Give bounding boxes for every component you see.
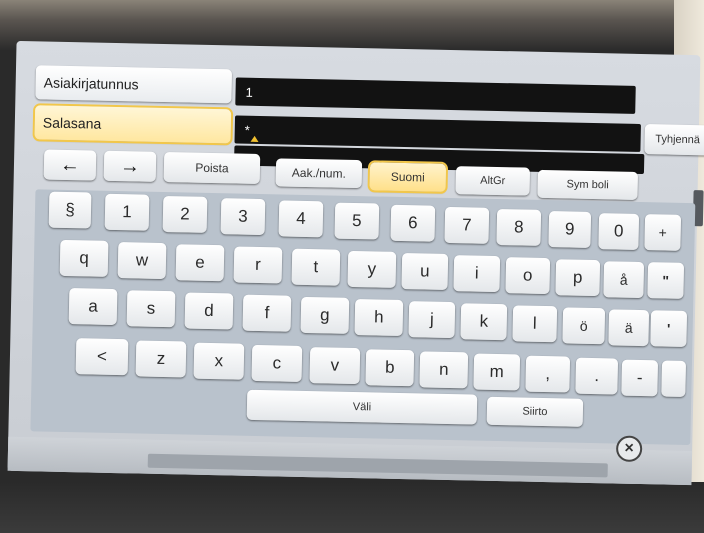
key[interactable]: r — [233, 246, 283, 284]
key[interactable]: 7 — [444, 206, 490, 244]
cursor-left-button[interactable]: ← — [43, 149, 97, 181]
key[interactable]: p — [555, 259, 601, 297]
key[interactable]: i — [453, 255, 501, 293]
key[interactable]: n — [419, 351, 469, 389]
key[interactable]: 0 — [598, 213, 640, 250]
key[interactable]: , — [525, 355, 571, 393]
key[interactable]: " — [647, 262, 685, 299]
key[interactable]: b — [365, 349, 415, 387]
key[interactable]: y — [347, 250, 397, 288]
key[interactable]: 9 — [548, 211, 592, 248]
key[interactable]: u — [401, 253, 449, 290]
language-finnish-button[interactable]: Suomi — [369, 162, 447, 192]
key[interactable]: ' — [650, 310, 688, 347]
document-id-field-label[interactable]: Asiakirjatunnus — [35, 65, 233, 104]
key[interactable]: l — [512, 305, 558, 343]
key[interactable]: o — [505, 257, 551, 295]
delete-button[interactable]: Poista — [163, 152, 261, 185]
key[interactable]: 4 — [278, 200, 324, 238]
key[interactable]: k — [460, 303, 508, 341]
key[interactable]: d — [184, 292, 234, 330]
altgr-button[interactable]: AltGr — [455, 166, 531, 196]
key[interactable]: + — [644, 214, 682, 251]
key[interactable]: q — [59, 239, 109, 277]
clear-button[interactable]: Tyhjennä — [644, 124, 704, 156]
key[interactable]: s — [126, 290, 176, 328]
bottom-bar — [7, 436, 693, 486]
cursor-right-button[interactable]: → — [103, 150, 157, 182]
key[interactable]: c — [251, 344, 303, 382]
bottom-strip — [147, 453, 608, 478]
key[interactable]: 1 — [104, 193, 150, 231]
key[interactable] — [661, 360, 687, 397]
cursor-caret-icon — [250, 135, 259, 142]
key[interactable]: 5 — [334, 202, 380, 240]
key[interactable]: j — [408, 301, 456, 339]
key[interactable]: h — [354, 299, 404, 337]
key[interactable]: 6 — [390, 204, 436, 242]
key[interactable]: z — [135, 340, 187, 378]
alphanumeric-mode-button[interactable]: Aak./num. — [275, 158, 363, 189]
key[interactable]: w — [117, 242, 167, 280]
key[interactable]: x — [193, 342, 245, 380]
key[interactable]: m — [473, 353, 521, 391]
key[interactable]: f — [242, 294, 292, 332]
key[interactable]: å — [603, 261, 645, 299]
password-field-label[interactable]: Salasana — [34, 105, 232, 144]
key[interactable]: ä — [608, 309, 650, 347]
key[interactable]: a — [68, 288, 118, 326]
key[interactable]: e — [175, 244, 225, 282]
key[interactable]: v — [309, 347, 361, 385]
key[interactable]: ö — [562, 307, 606, 345]
password-mask: * — [244, 122, 250, 138]
key[interactable]: § — [48, 191, 92, 229]
shift-key[interactable]: Siirto — [486, 396, 584, 427]
key[interactable]: g — [300, 296, 350, 334]
document-id-input[interactable]: 1 — [235, 77, 636, 114]
key[interactable]: 2 — [162, 195, 208, 233]
symbols-button[interactable]: Sym boli — [537, 169, 638, 200]
key[interactable]: t — [291, 248, 341, 286]
touch-screen: Asiakirjatunnus 1 Salasana * Tyhjennä ← … — [7, 40, 704, 486]
key[interactable]: - — [621, 359, 659, 397]
key[interactable]: . — [575, 357, 619, 395]
key[interactable]: < — [75, 338, 129, 376]
space-key[interactable]: Väli — [246, 389, 478, 425]
device-frame-bottom — [0, 482, 704, 533]
key[interactable]: 3 — [220, 198, 266, 236]
key[interactable]: 8 — [496, 208, 542, 246]
